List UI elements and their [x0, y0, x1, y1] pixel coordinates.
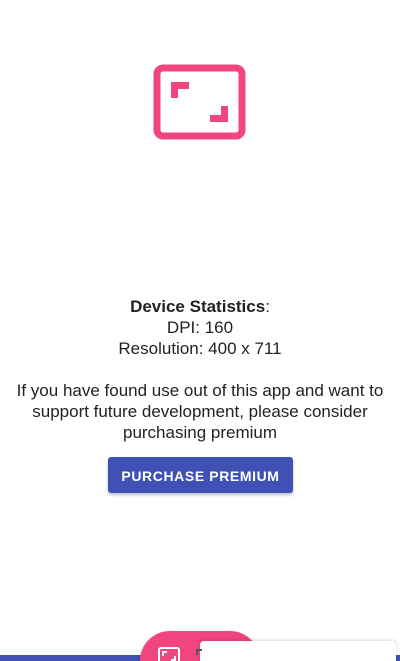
fullscreen-frame-icon	[196, 649, 202, 655]
stats-heading-label: Device Statistics	[130, 297, 266, 316]
bottom-sheet	[196, 641, 396, 661]
stats-heading-suffix: :	[265, 297, 270, 316]
fullscreen-frame-icon	[158, 647, 180, 661]
purchase-premium-button[interactable]: PURCHASE PREMIUM	[108, 457, 293, 493]
resolution-value: Resolution: 400 x 711	[118, 339, 282, 358]
app-screen: Device Statistics: DPI: 160 Resolution: …	[0, 0, 400, 661]
support-message: If you have found use out of this app an…	[16, 381, 384, 442]
fullscreen-frame-icon	[153, 64, 246, 140]
device-statistics: Device Statistics: DPI: 160 Resolution: …	[0, 296, 400, 359]
stats-heading: Device Statistics:	[0, 296, 400, 317]
dpi-value: DPI: 160	[166, 318, 234, 337]
